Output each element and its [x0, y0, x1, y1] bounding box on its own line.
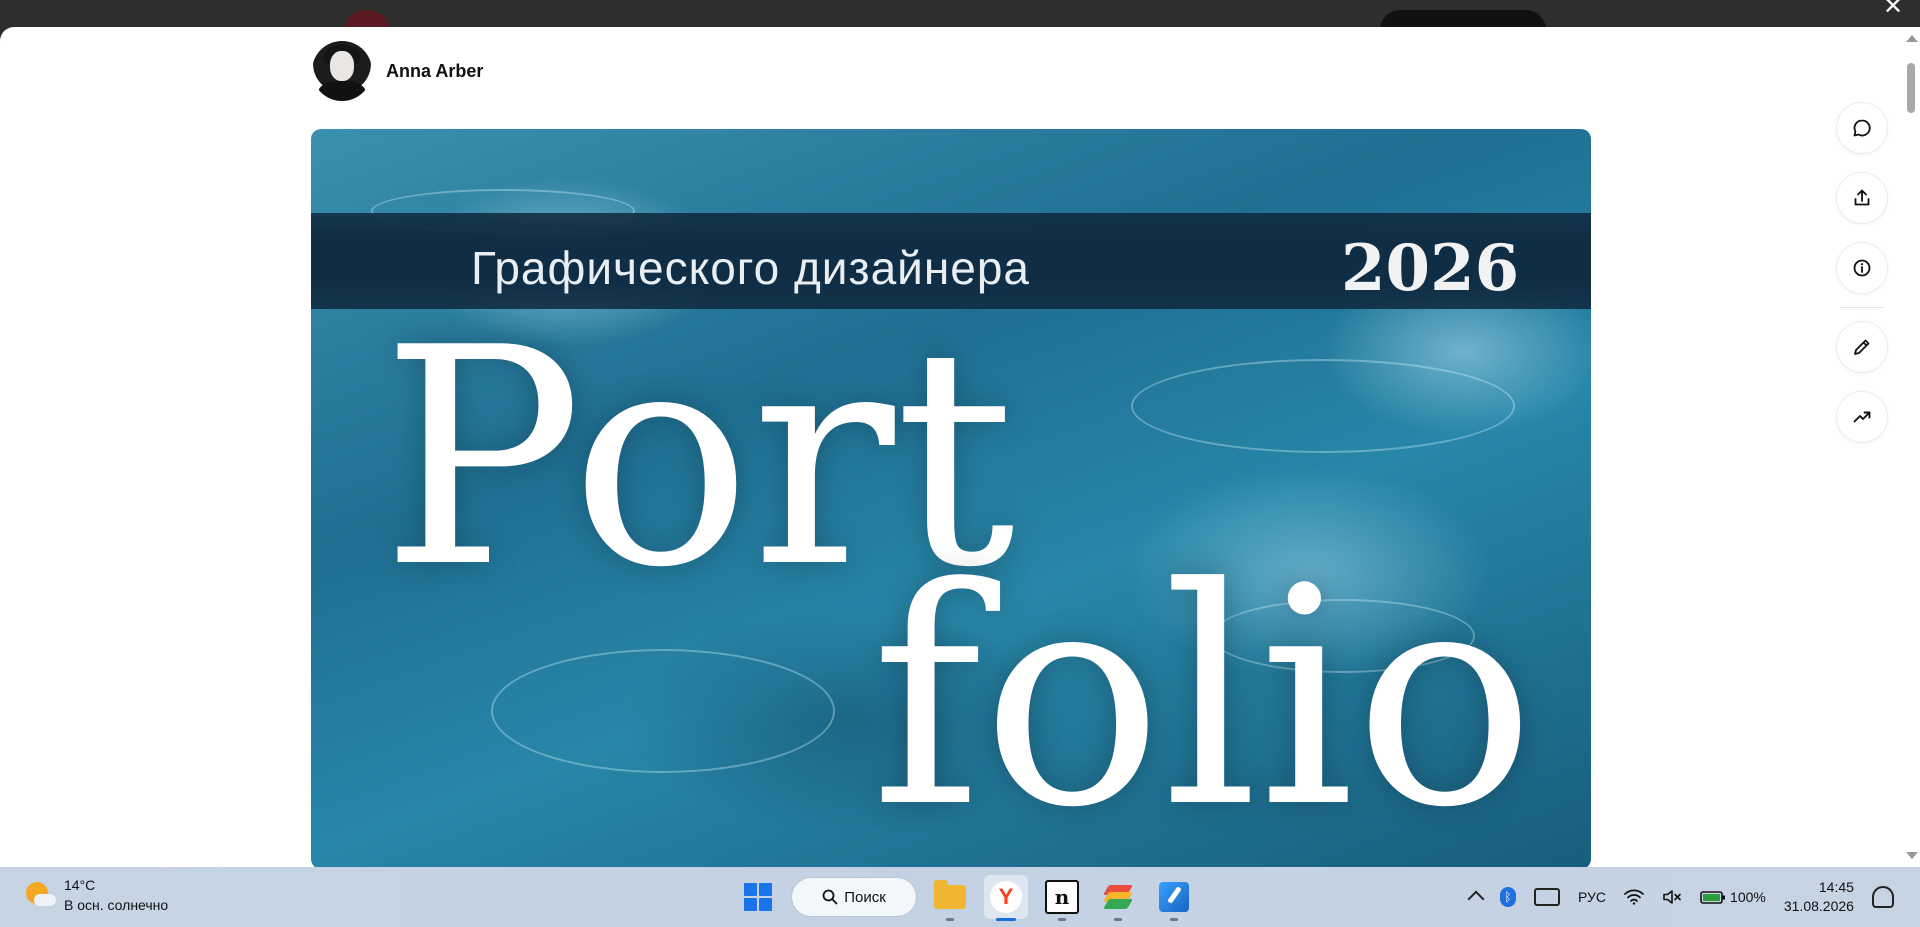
folder-icon	[934, 880, 966, 909]
layers-app-icon	[1103, 882, 1133, 912]
scroll-down-arrow[interactable]	[1906, 852, 1918, 859]
comment-icon	[1853, 119, 1871, 137]
taskbar-apps: Поиск Y n	[736, 875, 1196, 921]
cover-word-folio: folio	[871, 524, 1536, 867]
chevron-up-icon[interactable]	[1467, 890, 1485, 908]
bluetooth-icon[interactable]: ᛒ	[1500, 887, 1516, 907]
search-icon	[822, 889, 838, 905]
page-scrollbar[interactable]	[1902, 27, 1920, 867]
taskbar-clock[interactable]: 14:45 31.08.2026	[1784, 878, 1854, 916]
portfolio-cover-image: Графического дизайнера 2026 Port folio	[311, 129, 1591, 867]
taskbar-search[interactable]: Поиск	[792, 878, 916, 916]
share-button[interactable]	[1837, 173, 1887, 223]
system-tray: ᛒ РУС 100% 14:45 31.08.2026	[1467, 867, 1894, 927]
stats-button[interactable]	[1837, 392, 1887, 442]
input-language[interactable]: РУС	[1578, 889, 1606, 905]
info-button[interactable]	[1837, 243, 1887, 293]
trending-up-icon	[1853, 411, 1871, 423]
author-name[interactable]: Anna Arber	[386, 61, 483, 82]
close-modal-button[interactable]: ✕	[1880, 0, 1906, 19]
share-icon	[1854, 189, 1870, 206]
wifi-icon[interactable]	[1624, 889, 1644, 905]
volume-muted-icon[interactable]	[1662, 889, 1682, 905]
cover-year: 2026	[1341, 231, 1520, 306]
search-label: Поиск	[844, 888, 886, 906]
notifications-icon[interactable]	[1871, 886, 1894, 908]
weather-description: В осн. солнечно	[64, 897, 169, 913]
weather-widget[interactable]: 14°C В осн. солнечно	[24, 877, 168, 913]
background-site-header	[0, 0, 1920, 50]
side-action-bar	[1836, 103, 1888, 462]
taskbar-yandex-browser[interactable]: Y	[984, 875, 1028, 921]
taskbar-notion[interactable]: n	[1040, 875, 1084, 921]
author-avatar[interactable]	[312, 41, 372, 101]
partly-sunny-icon	[24, 880, 56, 910]
battery-charging-icon[interactable]	[1700, 889, 1726, 905]
start-button[interactable]	[736, 875, 780, 919]
windows-logo-icon	[744, 883, 772, 911]
windows-taskbar: 14°C В осн. солнечно Поиск Y n ᛒ РУС 100…	[0, 867, 1920, 927]
pencil-icon	[1854, 339, 1870, 355]
clock-time: 14:45	[1818, 879, 1854, 895]
battery-percent: 100%	[1730, 889, 1766, 905]
scroll-thumb[interactable]	[1907, 63, 1915, 113]
scroll-up-arrow[interactable]	[1906, 35, 1918, 42]
edit-button[interactable]	[1837, 322, 1887, 372]
action-divider	[1840, 307, 1884, 308]
info-icon	[1853, 259, 1871, 277]
keyboard-icon[interactable]	[1534, 888, 1560, 906]
taskbar-layers-app[interactable]	[1096, 875, 1140, 921]
clock-date: 31.08.2026	[1783, 898, 1854, 914]
taskbar-paint-app[interactable]	[1152, 875, 1196, 921]
notion-icon: n	[1045, 880, 1079, 914]
taskbar-file-explorer[interactable]	[928, 875, 972, 921]
weather-temperature: 14°C	[64, 877, 96, 893]
pin-viewer-modal: Anna Arber Графического дизайнера 2026 P…	[0, 27, 1920, 867]
comment-button[interactable]	[1837, 103, 1887, 153]
paint-app-icon	[1159, 882, 1189, 912]
yandex-browser-icon: Y	[990, 881, 1022, 913]
author-block[interactable]: Anna Arber	[312, 41, 483, 101]
